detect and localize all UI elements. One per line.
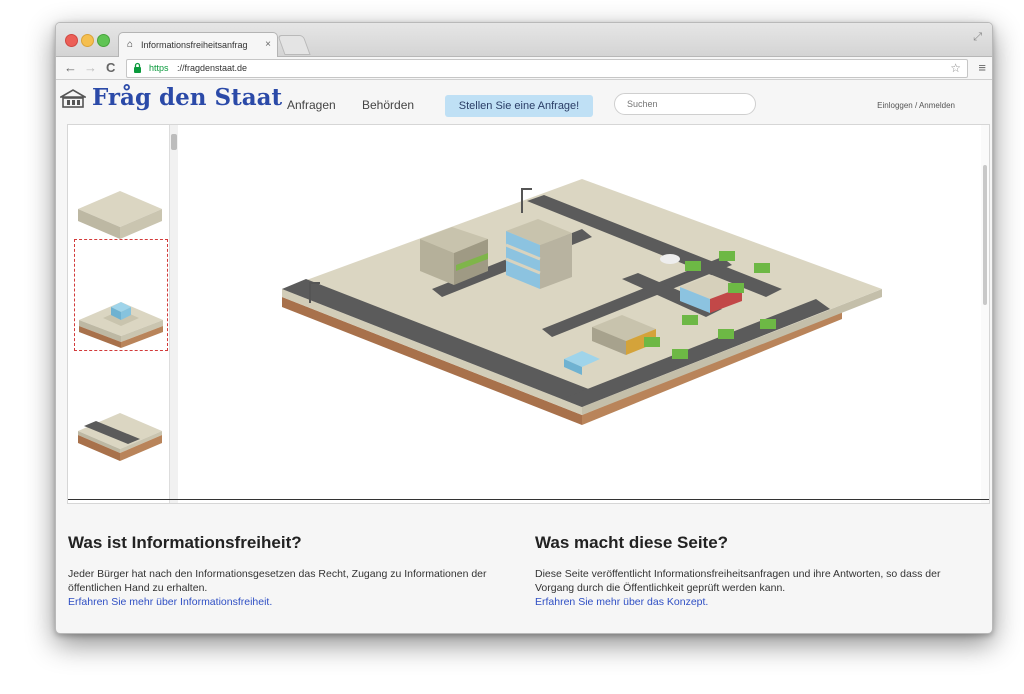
info-section-right: Was macht diese Seite? Diese Seite veröf… bbox=[535, 533, 975, 609]
section-title: Was macht diese Seite? bbox=[535, 533, 729, 552]
browser-window: ⌂ Informationsfreiheitsanfrag × ⤢ ← → C … bbox=[55, 22, 993, 634]
browser-menu-icon[interactable]: ≡ bbox=[978, 59, 986, 77]
info-section-left: Was ist Informationsfreiheit? Jeder Bürg… bbox=[68, 533, 508, 609]
learn-more-concept-link[interactable]: Erfahren Sie mehr über das Konzept. bbox=[535, 595, 975, 609]
site-logo[interactable]: Fråg den Staat bbox=[92, 84, 282, 111]
isometric-city-map[interactable] bbox=[282, 179, 886, 429]
section-text: Diese Seite veröffentlicht Informationsf… bbox=[535, 568, 941, 594]
lock-icon bbox=[134, 62, 141, 73]
section-title: Was ist Informationsfreiheit? bbox=[68, 533, 302, 552]
make-request-button[interactable]: Stellen Sie eine Anfrage! bbox=[445, 95, 593, 117]
nav-anfragen[interactable]: Anfragen bbox=[287, 98, 336, 112]
tile-plain-thumbnail[interactable] bbox=[74, 187, 166, 243]
stage-divider bbox=[68, 499, 989, 503]
browser-titlebar: ⌂ Informationsfreiheitsanfrag × ⤢ bbox=[56, 23, 992, 57]
small-building-icon bbox=[79, 302, 163, 348]
bookmark-star-icon[interactable]: ☆ bbox=[950, 60, 961, 77]
building-logo-icon[interactable] bbox=[60, 89, 86, 109]
site-header: Fråg den Staat Anfragen Behörden Stellen… bbox=[56, 80, 992, 124]
maximize-window-icon[interactable] bbox=[97, 34, 110, 47]
forward-icon[interactable]: → bbox=[84, 59, 97, 77]
palette-scrollbar[interactable] bbox=[169, 125, 178, 503]
new-tab-button[interactable] bbox=[277, 35, 311, 55]
back-icon[interactable]: ← bbox=[64, 59, 77, 77]
tab-close-icon[interactable]: × bbox=[265, 33, 271, 57]
address-bar[interactable]: https ://fragdenstaat.de ☆ bbox=[126, 59, 968, 78]
learn-more-foi-link[interactable]: Erfahren Sie mehr über Informationsfreih… bbox=[68, 595, 508, 609]
browser-toolbar: ← → C https ://fragdenstaat.de ☆ ≡ bbox=[56, 57, 992, 80]
url-host: ://fragdenstaat.de bbox=[177, 63, 248, 73]
tab-title: Informationsfreiheitsanfrag bbox=[141, 40, 248, 50]
section-text: Jeder Bürger hat nach den Informationsge… bbox=[68, 568, 487, 594]
login-link[interactable]: Einloggen / Anmelden bbox=[877, 101, 955, 110]
url-protocol: https bbox=[149, 63, 169, 73]
nav-behoerden[interactable]: Behörden bbox=[362, 98, 414, 112]
stage-scrollbar[interactable] bbox=[981, 125, 989, 503]
browser-tab[interactable]: ⌂ Informationsfreiheitsanfrag × bbox=[118, 32, 278, 57]
search-input[interactable] bbox=[614, 93, 756, 115]
building-favicon-icon: ⌂ bbox=[127, 39, 134, 50]
reload-icon[interactable]: C bbox=[106, 59, 115, 77]
close-window-icon[interactable] bbox=[65, 34, 78, 47]
fullscreen-icon[interactable]: ⤢ bbox=[973, 31, 982, 44]
tile-palette bbox=[68, 125, 168, 503]
tile-road-thumbnail[interactable] bbox=[74, 409, 166, 465]
minimize-window-icon[interactable] bbox=[81, 34, 94, 47]
tile-building-thumbnail[interactable] bbox=[74, 239, 168, 351]
city-builder-stage[interactable] bbox=[67, 124, 990, 504]
